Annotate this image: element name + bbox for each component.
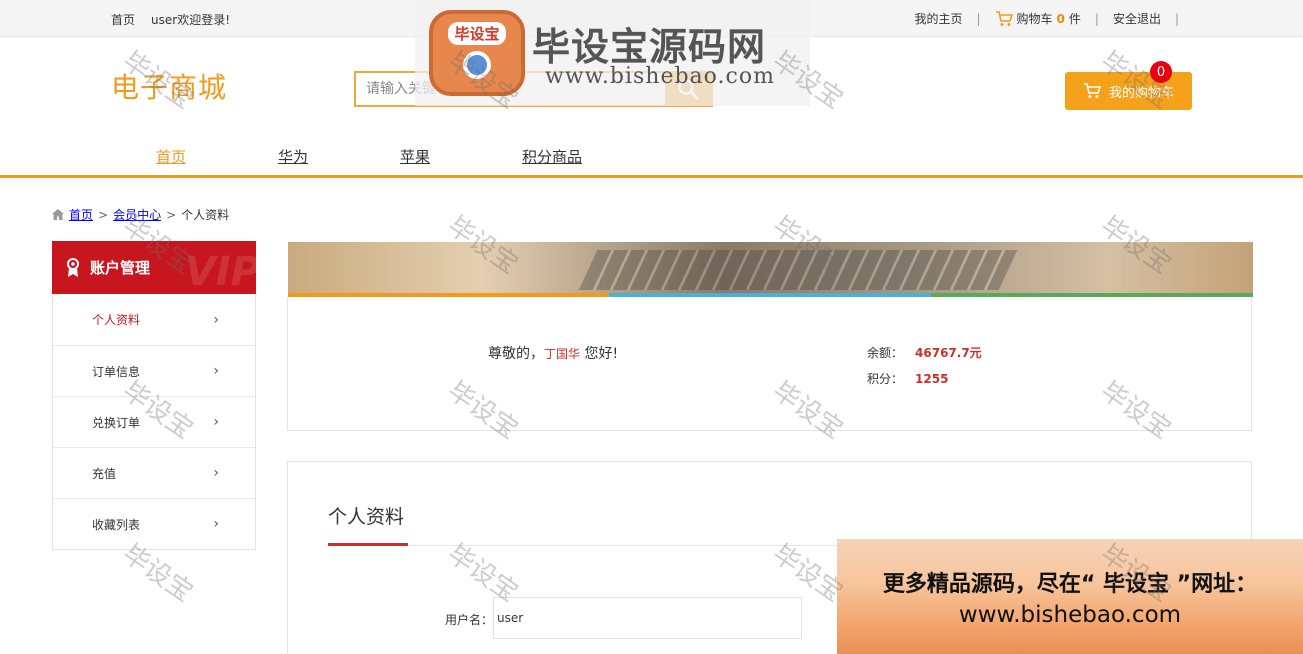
site-logo[interactable]: 电子商城 — [111, 66, 227, 106]
breadcrumb-separator: > — [98, 207, 109, 222]
my-home-link[interactable]: 我的主页 — [914, 10, 962, 27]
breadcrumb: 首页 > 会员中心 > 个人资料 — [52, 206, 229, 223]
sidebar-header: 账户管理 VIP — [52, 241, 256, 294]
sidebar-item-label: 兑换订单 — [92, 415, 141, 430]
sidebar-item-label: 个人资料 — [92, 313, 141, 327]
keyboard-image — [578, 250, 1018, 290]
chevron-right-icon: › — [213, 363, 219, 379]
separator: | — [976, 11, 981, 26]
main-nav: 首页 华为 苹果 积分商品 — [0, 140, 1303, 178]
nav-item-points-goods[interactable]: 积分商品 — [522, 146, 582, 167]
points-label: 积分： — [867, 372, 904, 386]
cart-icon — [1083, 83, 1101, 98]
greeting-username: 丁国华 — [544, 347, 581, 361]
mascot-eye — [463, 51, 491, 79]
nav-item-huawei[interactable]: 华为 — [278, 146, 308, 167]
separator: | — [1094, 11, 1099, 26]
promo-line-1: 更多精品源码，尽在“ 毕设宝 ”网址： — [882, 571, 1258, 597]
greeting-suffix: 您好! — [580, 346, 619, 362]
sidebar-title: 账户管理 — [90, 259, 151, 277]
account-sidebar: 账户管理 VIP 个人资料 › 订单信息 › 兑换订单 › 充值 › 收藏列表 … — [52, 241, 256, 550]
breadcrumb-current: 个人资料 — [181, 208, 230, 222]
award-icon — [67, 257, 79, 277]
username-label: 用户名： — [445, 613, 494, 627]
sidebar-item-label: 充值 — [92, 466, 117, 481]
balance-row: 余额： 46767.7元 — [867, 344, 982, 361]
home-icon — [52, 209, 64, 220]
cart-suffix: 件 — [1068, 12, 1081, 26]
top-cart-link[interactable]: 购物车 0 件 — [995, 10, 1081, 27]
balance-value: 46767.7元 — [915, 346, 982, 360]
cart-count: 0 — [1056, 11, 1065, 26]
sidebar-item-label: 订单信息 — [92, 364, 141, 379]
mascot-icon: 毕设宝 — [429, 10, 525, 96]
sidebar-item-recharge[interactable]: 充值 › — [53, 447, 255, 498]
cart-prefix: 购物车 — [1016, 12, 1053, 26]
profile-title: 个人资料 — [328, 506, 405, 528]
welcome-text: user欢迎登录! — [151, 13, 231, 27]
greeting-prefix: 尊敬的， — [488, 346, 544, 362]
account-summary: 尊敬的，丁国华 您好! 余额： 46767.7元 积分： 1255 — [287, 297, 1252, 431]
sidebar-item-orders[interactable]: 订单信息 › — [53, 345, 255, 396]
chevron-right-icon: › — [213, 465, 219, 481]
watermark-logo: 毕设宝 毕设宝源码网 www.bishebao.com — [415, 0, 810, 106]
watermark-url: www.bishebao.com — [545, 64, 775, 89]
chevron-right-icon: › — [213, 311, 219, 328]
cart-badge: 0 — [1150, 61, 1172, 83]
watermark-title: 毕设宝源码网 — [532, 25, 767, 69]
points-row: 积分： 1255 — [867, 370, 948, 387]
title-underline — [328, 543, 408, 546]
chevron-right-icon: › — [213, 414, 219, 430]
nav-item-home[interactable]: 首页 — [156, 146, 186, 167]
chevron-right-icon: › — [213, 516, 219, 532]
greeting: 尊敬的，丁国华 您好! — [488, 343, 618, 363]
balance-label: 余额： — [867, 346, 904, 360]
breadcrumb-member-center[interactable]: 会员中心 — [113, 206, 161, 223]
promo-banner[interactable]: 更多精品源码，尽在“ 毕设宝 ”网址： www.bishebao.com — [837, 539, 1303, 654]
sidebar-item-favorites[interactable]: 收藏列表 › — [53, 498, 255, 549]
points-value: 1255 — [915, 372, 949, 386]
vip-watermark: VIP — [184, 249, 256, 294]
sidebar-item-label: 收藏列表 — [92, 517, 141, 532]
nav-item-apple[interactable]: 苹果 — [400, 146, 430, 167]
top-home-link[interactable]: 首页 — [111, 11, 135, 28]
watermark-badge: 毕设宝 — [448, 22, 506, 45]
my-cart-button[interactable]: 我的购物车 0 — [1065, 61, 1192, 110]
promo-url: www.bishebao.com — [958, 601, 1182, 628]
logout-link[interactable]: 安全退出 — [1113, 10, 1161, 27]
sidebar-item-exchange-orders[interactable]: 兑换订单 › — [53, 396, 255, 447]
my-cart-label: 我的购物车 — [1108, 85, 1174, 101]
breadcrumb-separator: > — [166, 207, 177, 222]
profile-banner — [288, 242, 1253, 297]
sidebar-item-profile[interactable]: 个人资料 › — [53, 294, 255, 345]
separator: | — [1174, 11, 1179, 26]
breadcrumb-home[interactable]: 首页 — [69, 206, 93, 223]
username-field[interactable] — [493, 597, 802, 639]
cart-icon — [995, 10, 1013, 26]
